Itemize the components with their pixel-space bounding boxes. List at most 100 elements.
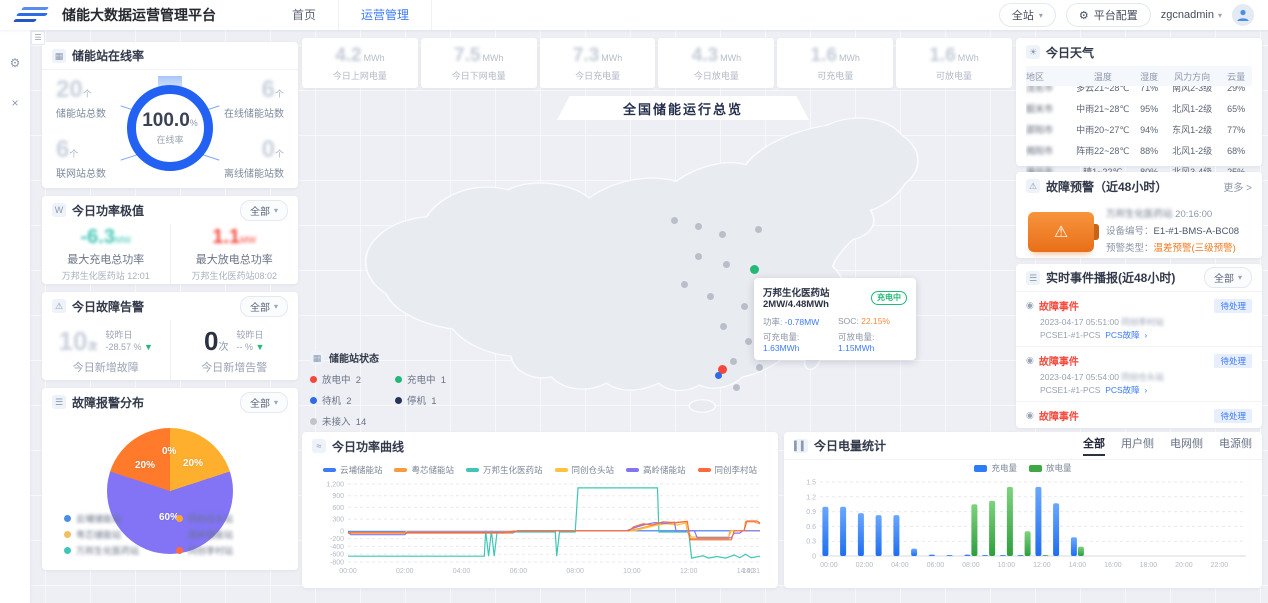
tab-全部[interactable]: 全部 [1083, 435, 1105, 456]
chevron-down-icon: ▾ [1039, 11, 1043, 20]
station-dot[interactable] [695, 223, 702, 230]
line-chart-icon: ≈ [312, 439, 326, 453]
tooltip-title: 万邦生化医药站 2MW/4.48MWh [763, 285, 866, 310]
station-dot[interactable] [707, 293, 714, 300]
tab-电网侧[interactable]: 电网侧 [1170, 435, 1203, 456]
filter-dropdown[interactable]: 全部▾ [240, 296, 288, 317]
svg-text:12:00: 12:00 [680, 568, 698, 575]
fault-link[interactable]: PCS故障 [1105, 385, 1139, 395]
svg-text:14:00: 14:00 [1069, 562, 1087, 569]
gear-icon: ⚙ [1079, 9, 1089, 22]
event-item[interactable]: ◉ 故障事件 待处理 2023-04-17 05:51:00 同创李村站 PCS… [1016, 292, 1262, 347]
svg-text:06:00: 06:00 [510, 568, 528, 575]
power-curve-chart[interactable]: 1,2009006003000-200-400-600-80000:0002:0… [302, 478, 778, 582]
energy-bar-chart[interactable]: 00.30.60.91.21.500:0002:0004:0006:0008:0… [784, 474, 1262, 574]
weather-panel: ☀ 今日天气 地区温度湿度风力方向云量 茂名市多云21~28℃71%南风2-3级… [1016, 38, 1262, 166]
nav-operations[interactable]: 运营管理 [338, 0, 432, 30]
pending-badge[interactable]: 待处理 [1214, 299, 1252, 313]
station-dot[interactable] [756, 364, 763, 371]
app-title: 储能大数据运营管理平台 [62, 5, 216, 25]
station-dot[interactable] [681, 281, 688, 288]
brand-logo-icon [14, 6, 54, 24]
fault-warning-panel: ⚠ 故障预警（近48小时） 更多 > ⚠ 万邦生化医药站 20:16:00 设备… [1016, 172, 1262, 258]
tab-用户侧[interactable]: 用户侧 [1121, 435, 1154, 456]
energy-stats-panel: ▍▍ 今日电量统计 全部用户侧电网侧电源侧 充电量放电量 00.30.60.91… [784, 432, 1262, 588]
map-banner-title: 全国储能运行总览 [557, 96, 809, 120]
list-icon: ☰ [52, 395, 66, 409]
svg-text:14:31: 14:31 [742, 568, 760, 575]
legend-item: 粤芯储能站 [64, 526, 176, 542]
platform-config-button[interactable]: ⚙平台配置 [1066, 3, 1151, 27]
status-legend-item: 放电中 2 [310, 372, 395, 386]
max-discharge-power: 1.1MW 最大放电总功率 万邦生化医药站08:02 [170, 224, 299, 284]
weather-row: 揭阳市阵雨22~28℃88%北风1-2级68% [1026, 140, 1252, 161]
more-link[interactable]: 更多 > [1223, 179, 1252, 194]
battery-warning-icon: ⚠ [1028, 212, 1094, 252]
station-dot[interactable] [750, 265, 759, 274]
svg-text:08:00: 08:00 [566, 568, 584, 575]
events-panel: ☰ 实时事件播报(近48小时) 全部▾ ◉ 故障事件 待处理 2023-04-1… [1016, 264, 1262, 428]
power-extremes-panel: W 今日功率极值 全部▾ -6.3MW 最大充电总功率 万邦生化医药站 12:0… [42, 196, 298, 284]
tab-电源侧[interactable]: 电源侧 [1219, 435, 1252, 456]
power-curve-panel: ≈ 今日功率曲线 云埔储能站粤芯储能站万邦生化医药站同创仓头站高岭储能站同创李村… [302, 432, 778, 588]
station-dot[interactable] [715, 372, 722, 379]
event-item[interactable]: ◉ 故障事件 待处理 2023-04-17 05:54:00 同创仓头站 PCS… [1016, 347, 1262, 402]
dashboard: 储能大数据运营管理平台 首页 运营管理 全站▾ ⚙平台配置 zgcnadmin▾… [0, 0, 1268, 603]
warning-time: 20:16:00 [1175, 209, 1212, 220]
legend-item: 万邦生化医药站 [466, 464, 543, 476]
filter-dropdown[interactable]: 全部▾ [1204, 267, 1252, 288]
legend-dot-icon [64, 515, 71, 522]
station-dot[interactable] [695, 253, 702, 260]
china-map: 全国储能运行总览 万邦生化医药站 2MW/4.48MWh充电中 功率: -0.7… [302, 88, 1012, 432]
svg-text:600: 600 [332, 505, 344, 512]
weather-rows[interactable]: 茂名市多云21~28℃71%南风2-3级29%韶关市中雨21~28℃95%北风1… [1026, 86, 1252, 178]
status-dot-icon [395, 376, 402, 383]
event-list[interactable]: ◉ 故障事件 待处理 2023-04-17 05:51:00 同创李村站 PCS… [1016, 292, 1262, 424]
stat-card: 1.6MWh 可放电量 [896, 38, 1012, 88]
svg-text:02:00: 02:00 [856, 562, 874, 569]
svg-text:0.9: 0.9 [806, 509, 816, 516]
avatar[interactable] [1232, 4, 1254, 26]
panel-toggle-icon[interactable]: ☰ [31, 31, 45, 45]
status-dot-icon [310, 418, 317, 425]
station-dot[interactable] [745, 338, 752, 345]
legend-item: 万邦生化医药站 [64, 542, 176, 558]
status-legend-item: 充电中 1 [395, 372, 480, 386]
station-dot[interactable] [720, 323, 727, 330]
station-dot[interactable] [719, 231, 726, 238]
svg-text:-200: -200 [330, 536, 344, 543]
station-dot[interactable] [741, 303, 748, 310]
user-icon [1236, 8, 1250, 22]
svg-text:300: 300 [332, 517, 344, 524]
event-type: 故障事件 [1039, 353, 1079, 368]
station-dot[interactable] [733, 384, 740, 391]
station-dot[interactable] [723, 261, 730, 268]
pie-legend: 云埔储能站粤芯储能站万邦生化医药站同创仓头站高岭储能站同创李村站 [64, 510, 288, 558]
svg-text:18:00: 18:00 [1140, 562, 1158, 569]
status-legend-item: 未接入 14 [310, 414, 395, 428]
gear-icon[interactable]: ⚙ [0, 56, 30, 70]
filter-dropdown[interactable]: 全部▾ [240, 200, 288, 221]
nav-home[interactable]: 首页 [270, 0, 338, 30]
user-menu[interactable]: zgcnadmin▾ [1161, 9, 1222, 21]
event-item[interactable]: ◉ 故障事件 待处理 2023-04-17 11:15:00 高岭储能站 PCS… [1016, 402, 1262, 424]
fault-link[interactable]: PCS故障 [1105, 330, 1139, 340]
station-dot[interactable] [671, 217, 678, 224]
tooltip-row: 功率: -0.78MW [763, 316, 832, 328]
station-dot[interactable] [755, 226, 762, 233]
legend-dot-icon [176, 515, 183, 522]
pending-badge[interactable]: 待处理 [1214, 409, 1252, 423]
energy-tabs: 全部用户侧电网侧电源侧 [1083, 435, 1252, 456]
legend-bar-icon [394, 468, 407, 472]
weather-col-header: 湿度 [1134, 70, 1163, 83]
filter-dropdown[interactable]: 全部▾ [240, 392, 288, 413]
site-selector[interactable]: 全站▾ [999, 3, 1056, 27]
pending-badge[interactable]: 待处理 [1214, 354, 1252, 368]
left-rail: ⚙ × [0, 30, 30, 603]
station-dot[interactable] [730, 358, 737, 365]
online-rate-donut: 100.0% 在线率 [122, 80, 218, 176]
svg-text:08:00: 08:00 [962, 562, 980, 569]
event-dot-icon: ◉ [1026, 355, 1034, 366]
close-icon[interactable]: × [0, 96, 30, 110]
arrow-down-icon: ▼ [256, 342, 265, 352]
